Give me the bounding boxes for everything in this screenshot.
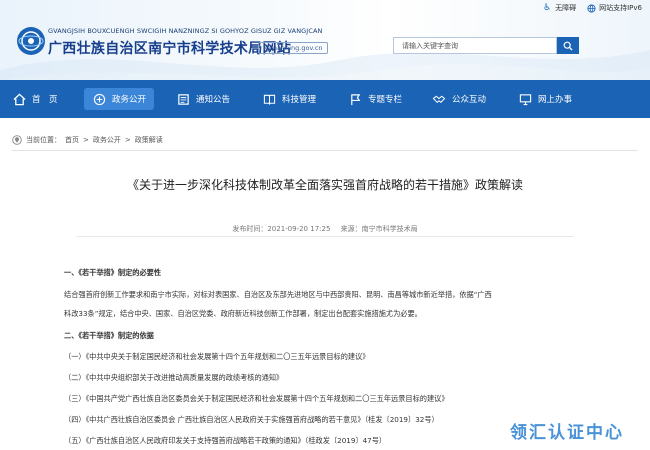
search-icon: [563, 41, 573, 50]
accessibility-icon: ♿: [543, 3, 552, 13]
monitor-icon: [518, 92, 532, 106]
nav-label-home: 首 页: [32, 95, 58, 105]
book-icon: [262, 92, 276, 106]
article-title: 《关于进一步深化科技体制改革全面落实强首府战略的若干措施》政策解读: [126, 178, 523, 192]
source: 来源：南宁市科学技术局: [341, 225, 418, 233]
nav-item-interaction[interactable]: 公众互动: [420, 80, 506, 118]
breadcrumb-separator: >: [83, 136, 89, 144]
nav-label-online-services: 网上办事: [538, 95, 573, 105]
watermark-text: 领汇认证中心: [510, 423, 624, 443]
accessibility-label: 无障碍: [555, 4, 577, 12]
breadcrumb-gov-affairs[interactable]: 政务公开: [93, 135, 121, 145]
ipv6-label: 网站支持IPv6: [599, 4, 642, 12]
nav-item-notice[interactable]: 通知公告: [164, 80, 250, 118]
meta-divider: [76, 236, 574, 237]
article-meta: 发布时间：2021-09-20 17:25 来源：南宁市科学技术局: [0, 224, 650, 234]
basis-item: （三）《中国共产党广西壮族自治区委员会关于制定国民经济和社会发展第十四个五年规划…: [64, 394, 449, 403]
location-icon: [12, 135, 22, 145]
basis-item: （一）《中共中央关于制定国民经济和社会发展第十四个五年规划和二〇三五年远景目标的…: [64, 352, 370, 361]
nav-label-sci-mgmt: 科技管理: [282, 95, 317, 105]
body-paragraph: 科改33条”规定，结合中央、国家、自治区党委、政府新近科技创新工作部署，制定出台…: [64, 309, 422, 318]
publish-time-value: 2021-09-20 17:25: [267, 225, 331, 233]
notice-icon: [176, 92, 190, 106]
basis-item: （四）《中共广西壮族自治区委员会 广西壮族自治区人民政府关于实施强首府战略的若干…: [64, 415, 439, 424]
search-input[interactable]: 请输入关键字查询: [393, 37, 557, 54]
gov-icon: [92, 92, 106, 106]
nav-item-gov-affairs[interactable]: 政务公开: [80, 80, 164, 118]
site-logo-icon[interactable]: [16, 26, 46, 56]
publish-label: 发布时间：: [232, 225, 268, 233]
source-value: 南宁市科学技术局: [361, 225, 418, 233]
publish-time: 发布时间：2021-09-20 17:25: [232, 225, 330, 233]
breadcrumb-separator: >: [124, 136, 131, 144]
ipv6-link[interactable]: 网站支持IPv6: [586, 3, 642, 13]
breadcrumb-home[interactable]: 首页: [65, 135, 79, 145]
nav-item-sci-mgmt[interactable]: 科技管理: [250, 80, 336, 118]
section-heading-1: 一、《若干举措》制定的必要性: [64, 268, 162, 277]
nav-label-topics: 专题专栏: [368, 95, 403, 105]
nav-label-interaction: 公众互动: [452, 95, 487, 105]
body-paragraph: 结合强首府创新工作要求和南宁市实际，对标对表国家、自治区及东部先进地区与中西部贵…: [64, 290, 492, 299]
flag-icon: [348, 92, 362, 106]
nav-item-online-services[interactable]: 网上办事: [506, 80, 596, 118]
basis-item: （二）《中共中央组织部关于改进推动高质量发展的政绩考核的通知》: [64, 373, 284, 382]
main-nav: 首 页 政务公开 通知公告 科技管理 专题专栏 公众互动 网上办事: [0, 80, 650, 118]
nav-label-notice: 通知公告: [196, 95, 231, 105]
breadcrumb: 当前位置： 首页 > 政务公开 > 政策解读: [12, 135, 163, 145]
top-links: ♿ 无障碍 网站支持IPv6: [542, 3, 642, 13]
site-name[interactable]: 广西壮族自治区南宁市科学技术局网站: [48, 38, 291, 58]
breadcrumb-policy-interpretation[interactable]: 政策解读: [135, 135, 163, 145]
nav-item-home[interactable]: 首 页: [0, 80, 80, 118]
nav-active-pill: 政务公开: [84, 88, 155, 110]
header-banner: ♿ 无障碍 网站支持IPv6 GVANGJSIH BOUXCUENGH SWCI…: [0, 0, 650, 80]
section-heading-2: 二、《若干举措》制定的依据: [64, 331, 154, 340]
source-label: 来源：: [340, 225, 362, 233]
globe-icon: [586, 3, 596, 13]
breadcrumb-divider: [12, 150, 638, 151]
breadcrumb-prefix: 当前位置：: [26, 136, 61, 144]
home-icon: [12, 92, 26, 106]
accessibility-link[interactable]: ♿ 无障碍: [542, 3, 576, 13]
nav-label-gov-affairs: 政务公开: [112, 95, 147, 105]
nav-item-topics[interactable]: 专题专栏: [336, 80, 420, 118]
search-button[interactable]: [557, 37, 579, 54]
handshake-icon: [432, 92, 446, 106]
site-domain: kjj.nanning.gov.cn: [258, 42, 328, 54]
basis-item: （五）《广西壮族自治区人民政府印发关于支持强首府战略若干政策的通知》（桂政发〔2…: [64, 436, 387, 445]
site-pinyin: GVANGJSIH BOUXCUENGH SWCIGIH NANZNINGZ S…: [48, 27, 323, 35]
